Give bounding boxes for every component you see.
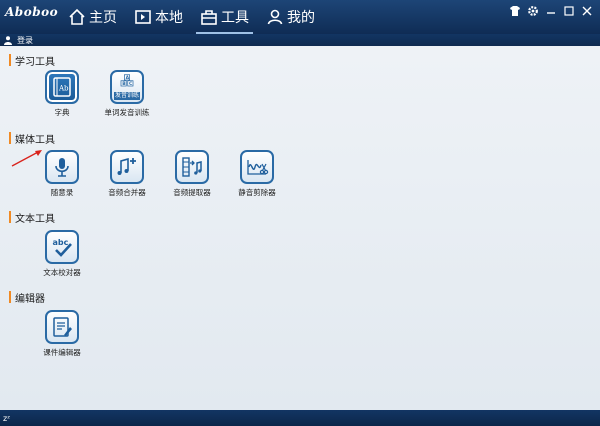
section-title: 编辑器 <box>15 293 45 305</box>
section-title: 媒体工具 <box>15 134 55 146</box>
tool-label: 字典 <box>54 108 70 117</box>
nav-local[interactable]: 本地 <box>134 6 183 28</box>
close-icon[interactable] <box>580 4 594 18</box>
silence-cut-icon <box>240 150 274 184</box>
tool-word-pronunciation[interactable]: A B C 发音训练 单词发音训练 <box>95 70 159 118</box>
status-bar: zᶻ <box>0 410 600 426</box>
tool-label: 随意录 <box>50 188 74 197</box>
tool-label: 课件编辑器 <box>43 348 81 357</box>
user-icon <box>267 9 283 25</box>
tool-label: 单词发音训练 <box>104 108 150 117</box>
tools-panel: 学习工具 Ab 字典 A B C 发音训练 单词发音训练 媒体工具 随意录 音频… <box>0 46 600 410</box>
svg-text:A: A <box>126 75 130 81</box>
section-title: 学习工具 <box>15 56 55 68</box>
courseware-editor-icon <box>45 310 79 344</box>
section-accent-bar <box>9 291 11 303</box>
tool-courseware-editor[interactable]: 课件编辑器 <box>30 310 94 358</box>
avatar-icon <box>4 36 12 45</box>
tool-audio-extractor[interactable]: 音频提取器 <box>160 150 224 198</box>
home-icon <box>69 8 85 25</box>
section-title: 文本工具 <box>15 213 55 225</box>
pronunciation-icon: A B C 发音训练 <box>110 70 144 104</box>
nav-local-label: 本地 <box>155 10 183 26</box>
audio-extract-icon <box>175 150 209 184</box>
user-bar: 登录 <box>0 34 600 46</box>
login-link[interactable]: 登录 <box>17 35 33 46</box>
svg-text:B: B <box>122 81 126 87</box>
settings-icon[interactable] <box>526 4 540 18</box>
tool-label: 音频合并器 <box>108 188 146 197</box>
section-editors: 编辑器 <box>9 290 45 305</box>
nav-mine[interactable]: 我的 <box>266 6 315 28</box>
dictionary-icon: Ab <box>45 70 79 104</box>
section-text-tools: 文本工具 <box>9 210 55 225</box>
svg-text:Ab: Ab <box>58 85 69 93</box>
audio-merge-icon <box>110 150 144 184</box>
tool-text-proofreader[interactable]: abc 文本校对器 <box>30 230 94 278</box>
sleep-indicator[interactable]: zᶻ <box>3 414 10 423</box>
window-controls <box>508 4 594 18</box>
toolbox-icon <box>201 10 217 25</box>
section-accent-bar <box>9 132 11 144</box>
local-icon <box>135 10 151 24</box>
nav-home-label: 主页 <box>89 10 117 26</box>
app-logo: Aboboo <box>5 5 59 19</box>
section-accent-bar <box>9 54 11 66</box>
tool-audio-merger[interactable]: 音频合并器 <box>95 150 159 198</box>
tool-label: 文本校对器 <box>43 268 81 277</box>
nav-tools-label: 工具 <box>221 10 249 26</box>
tool-silence-cutter[interactable]: 静音剪除器 <box>225 150 289 198</box>
nav-home[interactable]: 主页 <box>68 6 117 28</box>
title-bar: Aboboo 主页 本地 工具 我的 <box>0 0 600 34</box>
text-proofread-icon: abc <box>45 230 79 264</box>
section-learning-tools: 学习工具 <box>9 53 55 68</box>
maximize-icon[interactable] <box>562 4 576 18</box>
skin-icon[interactable] <box>508 4 522 18</box>
nav-mine-label: 我的 <box>287 10 315 26</box>
section-accent-bar <box>9 211 11 223</box>
tool-label: 静音剪除器 <box>238 188 276 197</box>
svg-text:abc: abc <box>53 238 69 247</box>
microphone-icon <box>45 150 79 184</box>
pronunciation-badge: 发音训练 <box>113 92 140 100</box>
nav-tools[interactable]: 工具 <box>196 6 253 34</box>
tool-label: 音频提取器 <box>173 188 211 197</box>
tool-dictionary[interactable]: Ab 字典 <box>30 70 94 118</box>
section-media-tools: 媒体工具 <box>9 131 55 146</box>
minimize-icon[interactable] <box>544 4 558 18</box>
tool-voice-recorder[interactable]: 随意录 <box>30 150 94 198</box>
